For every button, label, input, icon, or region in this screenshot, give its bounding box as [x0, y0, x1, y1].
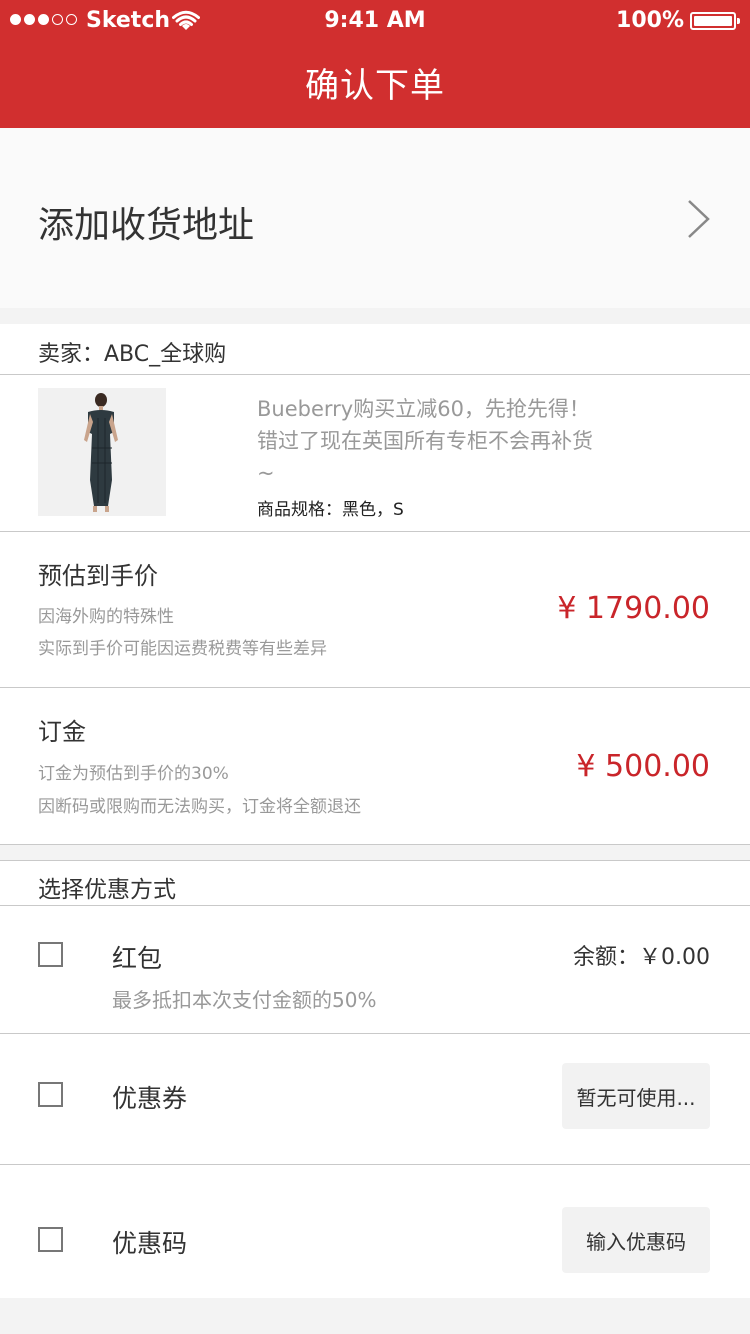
product-spec: 商品规格：黑色，S	[257, 500, 404, 520]
divider	[0, 531, 750, 532]
battery-percentage: 100%	[616, 8, 684, 33]
estimated-price-amount: ¥ 1790.00	[557, 591, 710, 626]
red-packet-balance: 余额：￥0.00	[573, 945, 710, 970]
battery-icon	[690, 12, 740, 30]
divider	[0, 374, 750, 375]
status-bar: Sketch 9:41 AM 100%	[0, 0, 750, 40]
divider	[0, 1033, 750, 1034]
divider	[0, 687, 750, 688]
seller-label: 卖家：ABC_全球购	[38, 342, 227, 367]
nav-header: Sketch 9:41 AM 100% 确认下单	[0, 0, 750, 128]
promo-code-label: 优惠码	[112, 1229, 188, 1258]
page-title: 确认下单	[305, 66, 445, 106]
estimated-price-note: 因海外购的特殊性	[38, 607, 174, 627]
product-description[interactable]: Bueberry购买立减60，先抢先得！错过了现在英国所有专柜不会再补货~	[257, 393, 597, 489]
dress-figure-icon	[38, 388, 166, 516]
coupon-select-button[interactable]: 暂无可使用...	[562, 1063, 710, 1129]
coupon-label: 优惠券	[112, 1084, 188, 1113]
promo-code-checkbox[interactable]	[38, 1227, 63, 1252]
chevron-right-icon	[688, 200, 710, 238]
deposit-amount: ¥ 500.00	[576, 749, 710, 784]
red-packet-label: 红包	[112, 944, 163, 973]
deposit-note: 订金为预估到手价的30%	[38, 764, 229, 784]
estimated-price-title: 预估到手价	[38, 562, 158, 590]
deposit-note: 因断码或限购而无法购买，订金将全额退还	[38, 797, 361, 817]
divider	[0, 860, 750, 861]
estimated-price-note: 实际到手价可能因运费税费等有些差异	[38, 639, 327, 659]
red-packet-checkbox[interactable]	[38, 942, 63, 967]
coupon-checkbox[interactable]	[38, 1082, 63, 1107]
discount-section-title: 选择优惠方式	[38, 877, 176, 903]
divider	[0, 844, 750, 845]
deposit-title: 订金	[38, 718, 86, 746]
divider	[0, 1164, 750, 1165]
divider	[0, 905, 750, 906]
product-image[interactable]	[38, 388, 166, 516]
enter-promo-code-button[interactable]: 输入优惠码	[562, 1207, 710, 1273]
add-address-label: 添加收货地址	[38, 205, 255, 246]
red-packet-note: 最多抵扣本次支付金额的50%	[112, 988, 377, 1012]
